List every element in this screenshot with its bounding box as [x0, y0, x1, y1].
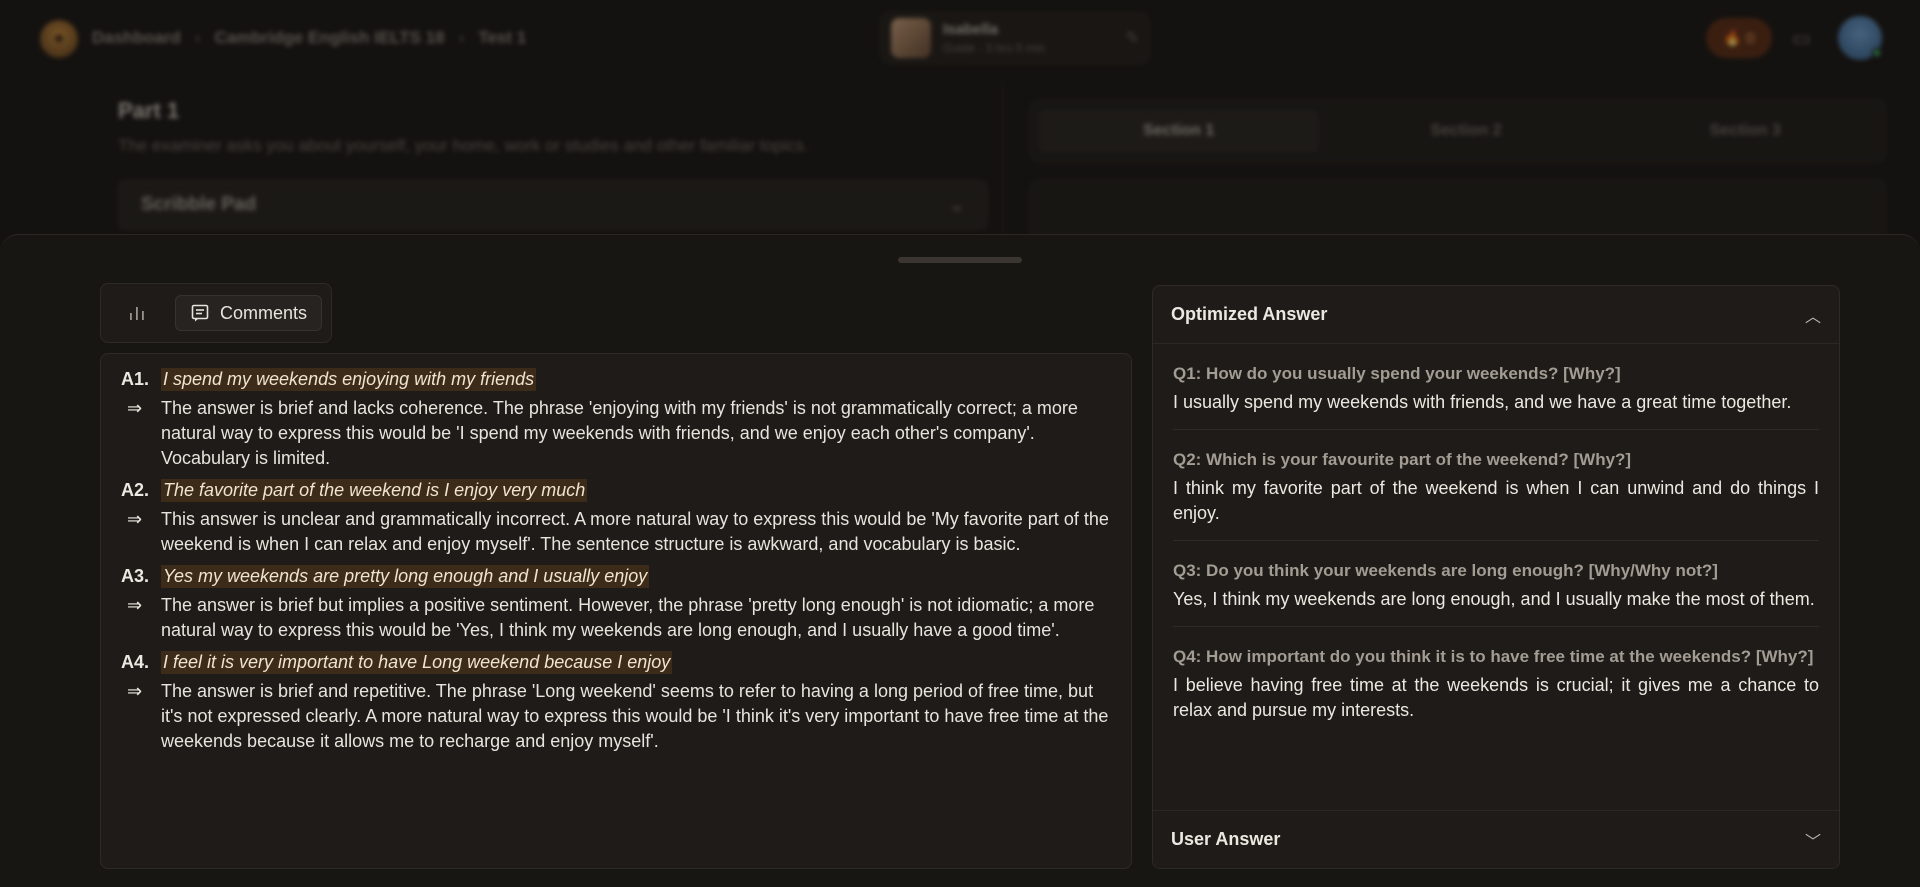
- breadcrumb-item-test[interactable]: Test 1: [478, 28, 526, 48]
- arrow-right-icon: ⇒: [127, 509, 143, 529]
- part-description: The examiner asks you about yourself, yo…: [118, 136, 809, 155]
- feedback-sheet: Comments A1. I spend my weekends enjoyin…: [0, 234, 1920, 887]
- optimized-answer-panel: Optimized Answer ︿ Q1: How do you usuall…: [1152, 285, 1840, 869]
- comments-label: Comments: [220, 302, 308, 323]
- comments-panel: A1. I spend my weekends enjoying with my…: [100, 353, 1132, 869]
- section-tabs: Section 1 Section 2 Section 3: [1030, 100, 1886, 162]
- examiner-chip[interactable]: Isabella Guide · 3 hrs 5 min ✎: [880, 12, 1150, 64]
- online-status-icon: [1872, 48, 1882, 58]
- examiner-name: Isabella: [943, 21, 999, 38]
- question-text: Q1: How do you usually spend your weeken…: [1173, 364, 1621, 383]
- tab-section-1[interactable]: Section 1: [1039, 110, 1319, 152]
- optimized-answer-text: I believe having free time at the weeken…: [1173, 675, 1819, 720]
- tab-section-2[interactable]: Section 2: [1326, 122, 1605, 140]
- question-text: Q2: Which is your favourite part of the …: [1173, 450, 1632, 469]
- examiner-subtitle: Guide · 3 hrs 5 min: [943, 41, 1046, 55]
- comments-view-button[interactable]: Comments: [175, 295, 323, 331]
- tab-section-3[interactable]: Section 3: [1606, 122, 1885, 140]
- arrow-right-icon: ⇒: [127, 595, 143, 615]
- scribble-pad-label: Scribble Pad: [141, 194, 257, 215]
- breadcrumb-item-book[interactable]: Cambridge English IELTS 18: [214, 28, 444, 48]
- chart-view-button[interactable]: [109, 295, 165, 331]
- bar-chart-icon: [130, 307, 144, 320]
- question-text: Q3: Do you think your weekends are long …: [1173, 561, 1718, 580]
- chevron-down-icon: ⌄: [949, 194, 965, 216]
- user-answer-highlight: The favorite part of the weekend is I en…: [161, 479, 588, 502]
- panel-divider[interactable]: [1002, 80, 1003, 240]
- profile-avatar[interactable]: [1838, 16, 1882, 60]
- feedback-text: The answer is brief and lacks coherence.…: [161, 398, 1078, 468]
- examiner-avatar: [891, 18, 931, 58]
- chevron-up-icon[interactable]: ︿: [1805, 303, 1821, 327]
- comment-entry: A2. The favorite part of the weekend is …: [121, 479, 1111, 557]
- comment-icon: [191, 304, 209, 322]
- view-switch: Comments: [100, 283, 332, 343]
- optimized-answer-title: Optimized Answer: [1171, 304, 1328, 324]
- arrow-right-icon: ⇒: [127, 681, 143, 701]
- answer-label: A2.: [121, 480, 150, 500]
- user-answer-title: User Answer: [1171, 829, 1281, 849]
- part-title: Part 1: [118, 98, 180, 123]
- answer-label: A1.: [121, 369, 150, 389]
- breadcrumb-separator-icon: ›: [194, 28, 201, 47]
- app-logo-icon[interactable]: ✦: [40, 20, 78, 58]
- optimized-answer-header[interactable]: Optimized Answer ︿: [1153, 286, 1839, 344]
- feedback-text: This answer is unclear and grammatically…: [161, 509, 1109, 554]
- comment-entry: A4. I feel it is very important to have …: [121, 651, 1111, 754]
- flame-icon: 🔥: [1723, 30, 1743, 47]
- user-answer-highlight: I feel it is very important to have Long…: [161, 651, 673, 674]
- qa-item: Q3: Do you think your weekends are long …: [1173, 559, 1819, 627]
- feedback-text: The answer is brief and repetitive. The …: [161, 681, 1109, 751]
- breadcrumb: Dashboard › Cambridge English IELTS 18 ›…: [92, 28, 526, 48]
- drag-handle[interactable]: [898, 257, 1022, 263]
- optimized-answer-text: I think my favorite part of the weekend …: [1173, 478, 1819, 523]
- answer-label: A4.: [121, 652, 150, 672]
- optimized-answer-body: Q1: How do you usually spend your weeken…: [1153, 344, 1839, 810]
- edit-icon[interactable]: ✎: [1126, 28, 1139, 48]
- user-answer-header[interactable]: User Answer ﹀: [1153, 810, 1839, 868]
- chat-icon[interactable]: ▭: [1792, 26, 1811, 51]
- chevron-down-icon[interactable]: ﹀: [1805, 828, 1821, 852]
- comment-entry: A1. I spend my weekends enjoying with my…: [121, 368, 1111, 471]
- user-answer-highlight: I spend my weekends enjoying with my fri…: [161, 368, 537, 391]
- qa-item: Q2: Which is your favourite part of the …: [1173, 448, 1819, 541]
- comment-entry: A3. Yes my weekends are pretty long enou…: [121, 565, 1111, 643]
- question-text: Q4: How important do you think it is to …: [1173, 647, 1814, 666]
- answer-label: A3.: [121, 566, 150, 586]
- streak-badge[interactable]: 🔥 0: [1706, 18, 1772, 58]
- optimized-answer-text: I usually spend my weekends with friends…: [1173, 392, 1792, 412]
- breadcrumb-separator-icon: ›: [458, 28, 465, 47]
- qa-item: Q4: How important do you think it is to …: [1173, 645, 1819, 737]
- streak-count: 0: [1746, 29, 1755, 47]
- arrow-right-icon: ⇒: [127, 398, 143, 418]
- optimized-answer-text: Yes, I think my weekends are long enough…: [1173, 589, 1815, 609]
- user-answer-highlight: Yes my weekends are pretty long enough a…: [161, 565, 650, 588]
- feedback-text: The answer is brief but implies a positi…: [161, 595, 1095, 640]
- top-bar: ✦ Dashboard › Cambridge English IELTS 18…: [0, 0, 1920, 76]
- breadcrumb-item-dashboard[interactable]: Dashboard: [92, 28, 181, 48]
- qa-item: Q1: How do you usually spend your weeken…: [1173, 362, 1819, 430]
- scribble-pad-header[interactable]: Scribble Pad ⌄: [118, 180, 988, 230]
